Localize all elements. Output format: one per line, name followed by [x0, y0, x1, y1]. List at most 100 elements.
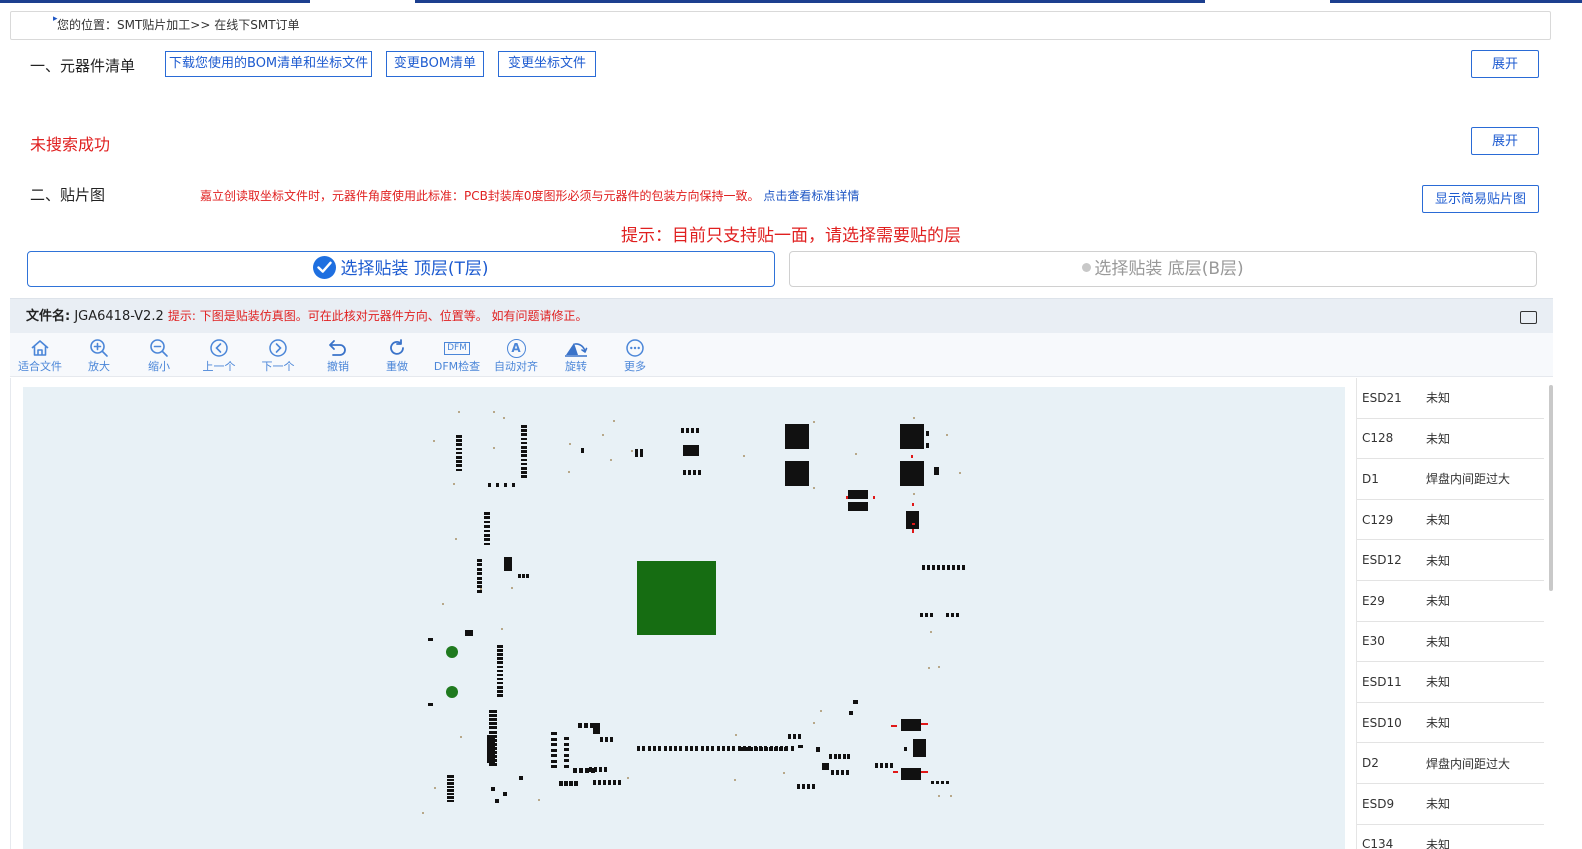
solder-pad — [564, 759, 569, 762]
list-item[interactable]: D2 焊盘内间距过大 — [1357, 743, 1544, 784]
solder-pad — [521, 433, 527, 436]
solder-pad — [579, 768, 583, 773]
search-expand-button[interactable]: 展开 — [1471, 127, 1539, 155]
solder-pad — [600, 737, 603, 742]
solder-pad — [551, 743, 557, 746]
solder-pad — [798, 734, 801, 739]
solder-pad — [938, 666, 940, 668]
solder-pad — [683, 470, 686, 475]
solder-pad — [684, 746, 688, 751]
solder-pad — [493, 447, 495, 449]
solder-pad — [695, 746, 699, 751]
solder-pad — [797, 784, 800, 789]
component-ref: ESD21 — [1362, 390, 1402, 405]
solder-pad — [951, 613, 954, 617]
change-bom-button[interactable]: 变更BOM清单 — [386, 51, 484, 77]
component-block[interactable] — [906, 511, 919, 529]
solder-pad — [602, 434, 604, 436]
tool-fit[interactable]: 适合文件 — [10, 337, 70, 373]
solder-pad — [497, 665, 503, 668]
solder-pad — [574, 781, 578, 786]
pcb-canvas[interactable] — [23, 387, 1345, 849]
solder-pad — [484, 534, 490, 537]
solder-pad — [538, 799, 540, 801]
solder-pad — [521, 454, 527, 457]
list-item[interactable]: ESD9 未知 — [1357, 784, 1544, 825]
solder-pad — [504, 483, 507, 487]
component-block[interactable] — [785, 424, 809, 449]
component-block[interactable] — [901, 719, 921, 731]
tool-more[interactable]: 更多 — [605, 337, 665, 373]
solder-pad — [569, 443, 571, 445]
component-block[interactable] — [900, 424, 924, 449]
solder-pad — [447, 789, 454, 792]
list-item[interactable]: D1 焊盘内间距过大 — [1357, 459, 1544, 500]
list-item[interactable]: ESD21 未知 — [1357, 378, 1544, 419]
change-coord-button[interactable]: 变更坐标文件 — [498, 51, 596, 77]
component-block[interactable] — [848, 502, 868, 511]
next-icon — [248, 337, 308, 359]
solder-pad — [705, 746, 709, 751]
component-status: 未知 — [1426, 594, 1451, 609]
tool-rotate[interactable]: 旋转 — [546, 337, 606, 373]
solder-pad — [829, 754, 832, 759]
solder-pad — [512, 483, 515, 487]
list-item[interactable]: E29 未知 — [1357, 581, 1544, 622]
tool-redo[interactable]: 重做 — [367, 337, 427, 373]
solder-pad — [456, 435, 462, 438]
solder-pad — [934, 467, 939, 475]
bom-expand-button[interactable]: 展开 — [1471, 50, 1539, 78]
solder-pad — [521, 467, 527, 470]
list-item[interactable]: C134 未知 — [1357, 825, 1544, 849]
list-item[interactable]: ESD11 未知 — [1357, 662, 1544, 703]
download-bom-button[interactable]: 下载您使用的BOM清单和坐标文件 — [165, 51, 372, 77]
component-block[interactable] — [900, 461, 924, 486]
solder-pad — [946, 434, 948, 436]
filename-value: JGA6418-V2.2 — [74, 309, 164, 324]
polarity-mark — [891, 725, 897, 727]
tool-dfm-check[interactable]: DFM DFM检查 — [427, 337, 487, 373]
polarity-mark — [921, 771, 928, 773]
top-layer-tab[interactable]: 选择贴装 顶层(T层) — [27, 251, 775, 287]
list-scrollbar[interactable] — [1549, 385, 1553, 591]
component-block[interactable] — [901, 768, 921, 780]
component-list: ESD21 未知 C128 未知 D1 焊盘内间距过大 C129 未知 ESD12 未知 … — [1356, 378, 1544, 849]
solder-pad — [950, 795, 952, 797]
standard-detail-link[interactable]: 点击查看标准详情 — [763, 189, 859, 203]
solder-pad — [447, 778, 454, 781]
list-item[interactable]: C129 未知 — [1357, 500, 1544, 541]
main-chip[interactable] — [637, 561, 716, 635]
solder-pad — [880, 763, 883, 768]
bottom-layer-tab[interactable]: 选择贴装 底层(B层) — [789, 251, 1537, 287]
list-item[interactable]: E30 未知 — [1357, 622, 1544, 663]
solder-pad — [956, 613, 959, 617]
list-item[interactable]: ESD10 未知 — [1357, 703, 1544, 744]
component-ref: D2 — [1362, 756, 1379, 771]
solder-pad — [569, 781, 573, 786]
component-block[interactable] — [913, 739, 926, 757]
tool-zoom-in[interactable]: 放大 — [69, 337, 129, 373]
maximize-icon[interactable] — [1520, 311, 1537, 324]
component-block[interactable] — [785, 461, 809, 486]
simple-view-button[interactable]: 显示简易贴片图 — [1422, 185, 1539, 213]
solder-pad — [447, 785, 454, 788]
list-item[interactable]: C128 未知 — [1357, 419, 1544, 460]
solder-pad — [698, 470, 701, 475]
solder-pad — [937, 565, 940, 570]
component-status: 未知 — [1426, 391, 1451, 406]
tool-previous[interactable]: 上一个 — [189, 337, 249, 373]
list-item[interactable]: ESD12 未知 — [1357, 540, 1544, 581]
component-block[interactable] — [848, 490, 868, 499]
solder-pad — [788, 734, 791, 739]
tool-next[interactable]: 下一个 — [248, 337, 308, 373]
solder-pad — [790, 746, 794, 751]
tool-zoom-out[interactable]: 缩小 — [129, 337, 189, 373]
solder-pad — [941, 781, 944, 784]
solder-pad — [652, 746, 656, 751]
tool-auto-align[interactable]: A 自动对齐 — [486, 337, 546, 373]
caret-icon: ▸ — [53, 14, 58, 24]
tool-undo[interactable]: 撤销 — [308, 337, 368, 373]
solder-pad — [453, 483, 455, 485]
solder-pad — [501, 628, 503, 630]
solder-pad — [497, 681, 503, 685]
